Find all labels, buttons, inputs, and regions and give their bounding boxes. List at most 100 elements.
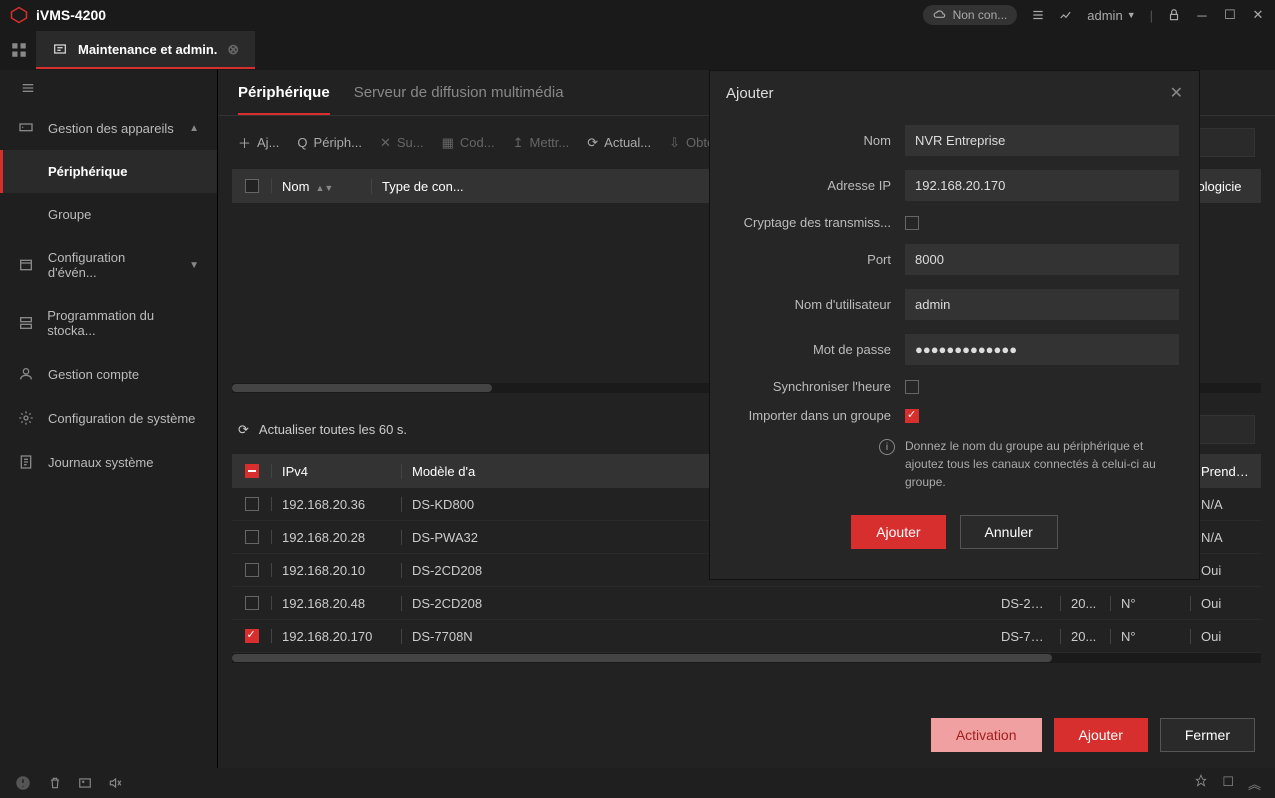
sidebar-item-device-mgmt[interactable]: Gestion des appareils ▲: [0, 106, 217, 150]
footer-buttons: Activation Ajouter Fermer: [218, 702, 1275, 768]
cell-he: 20...: [1061, 596, 1111, 611]
checkbox-sync-time[interactable]: [905, 380, 919, 394]
close-icon[interactable]: ✕: [1251, 8, 1265, 22]
col-model[interactable]: Modèle d'a: [402, 464, 502, 479]
col-ipv4[interactable]: IPv4: [272, 464, 402, 479]
activate-button[interactable]: Activation: [931, 718, 1042, 752]
col-conn-type[interactable]: Type de con...: [372, 179, 492, 194]
tool-add[interactable]: ＋Aj...: [238, 133, 279, 152]
input-ip[interactable]: [905, 170, 1179, 201]
connection-badge[interactable]: Non con...: [923, 5, 1018, 25]
subtab-device[interactable]: Périphérique: [238, 84, 330, 115]
col-name[interactable]: Nom▲▼: [272, 179, 372, 194]
sidebar-item-system-log[interactable]: Journaux système: [0, 440, 217, 484]
cell-ip: 192.168.20.170: [272, 629, 402, 644]
tool-refresh[interactable]: ⟳Actual...: [587, 135, 651, 151]
cell-take: N/A: [1191, 497, 1261, 512]
tool-update[interactable]: ↥Mettr...: [513, 135, 570, 151]
label-encrypt: Cryptage des transmiss...: [730, 215, 905, 230]
pin-icon[interactable]: [1194, 774, 1208, 793]
user-menu[interactable]: admin ▼: [1087, 8, 1135, 23]
sidebar-sub-device[interactable]: Périphérique: [0, 150, 217, 193]
tool-code[interactable]: ▦Cod...: [442, 135, 495, 151]
checkbox-encrypt[interactable]: [905, 216, 919, 230]
app-logo-icon: [10, 6, 28, 24]
row-checkbox[interactable]: [245, 629, 259, 643]
sidebar-toggle-icon[interactable]: [0, 70, 217, 106]
main-tab-label: Maintenance et admin.: [78, 42, 217, 57]
sidebar-label: Configuration d'évén...: [48, 250, 177, 280]
plus-icon: ＋: [238, 133, 251, 152]
cell-serial: DS-2CD...: [991, 596, 1061, 611]
cell-added: N°: [1111, 629, 1191, 644]
close-button[interactable]: Fermer: [1160, 718, 1255, 752]
main-tab-maintenance[interactable]: Maintenance et admin. ⊗: [36, 31, 255, 69]
sidebar-item-storage-schedule[interactable]: Programmation du stocka...: [0, 294, 217, 352]
alert-icon[interactable]: [14, 774, 32, 792]
row-checkbox[interactable]: [245, 497, 259, 511]
col-checkbox-all[interactable]: [232, 464, 272, 478]
cell-take: Oui: [1191, 563, 1261, 578]
refresh-icon[interactable]: ⟳: [238, 422, 249, 438]
cell-ip: 192.168.20.28: [272, 530, 402, 545]
cell-take: N/A: [1191, 530, 1261, 545]
gear-icon: [18, 410, 36, 426]
modal-add-button[interactable]: Ajouter: [851, 515, 945, 549]
tab-close-icon[interactable]: ⊗: [227, 41, 239, 58]
minimize-icon[interactable]: ─: [1195, 8, 1209, 22]
apps-grid-icon[interactable]: [10, 41, 28, 59]
maximize-icon[interactable]: ☐: [1223, 8, 1237, 22]
scrollbar-lower[interactable]: [232, 653, 1261, 663]
cell-ip: 192.168.20.36: [272, 497, 402, 512]
chart-icon[interactable]: [1059, 8, 1073, 22]
trash-icon[interactable]: [48, 776, 62, 790]
input-user[interactable]: [905, 289, 1179, 320]
expand-icon[interactable]: ︽: [1248, 774, 1261, 793]
refresh-label: Actualiser toutes les 60 s.: [259, 422, 407, 437]
col-checkbox[interactable]: [232, 179, 272, 193]
add-button[interactable]: Ajouter: [1054, 718, 1148, 752]
cell-serial: DS-770...: [991, 629, 1061, 644]
list-icon[interactable]: [1031, 8, 1045, 22]
row-checkbox[interactable]: [245, 563, 259, 577]
sidebar-item-event-config[interactable]: Configuration d'évén... ▼: [0, 236, 217, 294]
input-name[interactable]: [905, 125, 1179, 156]
sidebar-sub-group[interactable]: Groupe: [0, 193, 217, 236]
modal-cancel-button[interactable]: Annuler: [960, 515, 1058, 549]
modal-close-icon[interactable]: ✕: [1170, 83, 1183, 103]
download-icon: ⇩: [669, 135, 680, 151]
gallery-icon[interactable]: [78, 776, 92, 790]
sidebar-label: Journaux système: [48, 455, 154, 470]
subtab-streaming[interactable]: Serveur de diffusion multimédia: [354, 84, 564, 115]
table-row[interactable]: 192.168.20.48DS-2CD208DS-2CD...20...N°Ou…: [232, 587, 1261, 620]
table-row[interactable]: 192.168.20.170DS-7708NDS-770...20...N°Ou…: [232, 620, 1261, 653]
label-sync-time: Synchroniser l'heure: [730, 379, 905, 394]
sidebar-label: Programmation du stocka...: [47, 308, 199, 338]
chevron-up-icon: ▲: [189, 123, 199, 134]
lock-icon[interactable]: [1167, 8, 1181, 22]
row-checkbox[interactable]: [245, 530, 259, 544]
cell-take: Oui: [1191, 596, 1261, 611]
checkbox-import-group[interactable]: [905, 409, 919, 423]
cell-added: N°: [1111, 596, 1191, 611]
upload-icon: ↥: [513, 135, 524, 151]
col-take[interactable]: Prendre .: [1191, 464, 1261, 479]
restore-icon[interactable]: ☐: [1222, 774, 1234, 793]
device-icon: [18, 120, 36, 136]
input-port[interactable]: [905, 244, 1179, 275]
label-ip: Adresse IP: [730, 178, 905, 193]
sidebar-item-system-config[interactable]: Configuration de système: [0, 396, 217, 440]
tool-device[interactable]: QPériph...: [297, 135, 362, 150]
input-password[interactable]: [905, 334, 1179, 365]
chevron-down-icon: ▼: [189, 260, 199, 271]
tool-delete[interactable]: ✕Su...: [380, 135, 424, 151]
sidebar-item-account[interactable]: Gestion compte: [0, 352, 217, 396]
connection-text: Non con...: [953, 8, 1008, 22]
mute-icon[interactable]: [108, 776, 122, 790]
app-title: iVMS-4200: [36, 7, 106, 23]
cell-model: DS-2CD208: [402, 596, 502, 611]
row-checkbox[interactable]: [245, 596, 259, 610]
sidebar-label: Gestion compte: [48, 367, 139, 382]
sort-icon: ▲▼: [315, 183, 333, 193]
maintenance-icon: [52, 41, 68, 57]
